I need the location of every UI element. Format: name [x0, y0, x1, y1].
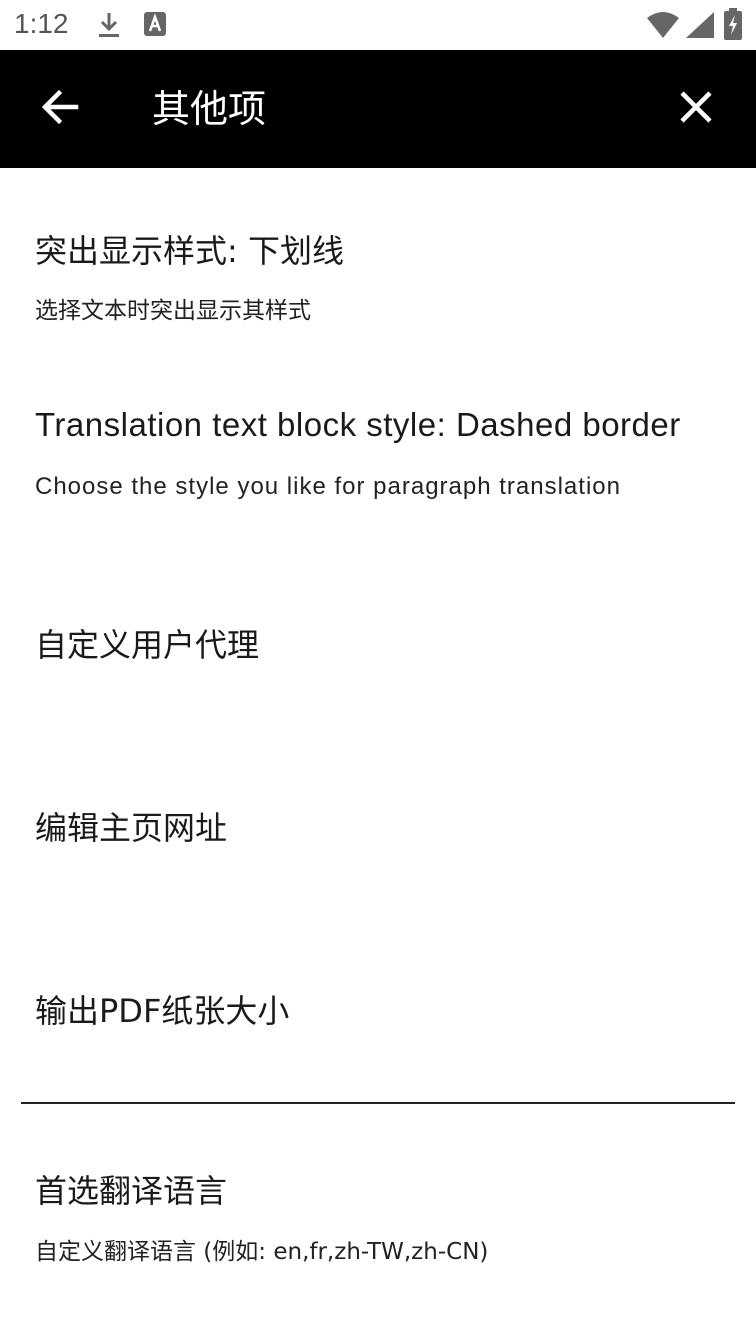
pref-title: 首选翻译语言	[35, 1172, 228, 1210]
pref-preferred-translation-language[interactable]: 首选翻译语言 自定义翻译语言 (例如: en,fr,zh-TW,zh-CN)	[0, 1104, 756, 1304]
wifi-icon	[646, 12, 680, 42]
download-icon	[96, 10, 122, 44]
pref-highlight-style[interactable]: 突出显示样式: 下划线 选择文本时突出显示其样式	[0, 168, 756, 348]
pref-custom-user-agent[interactable]: 自定义用户代理	[0, 550, 756, 730]
status-bar: 1:12	[0, 0, 756, 50]
pref-title: 编辑主页网址	[35, 809, 228, 847]
arrow-left-icon	[40, 87, 80, 131]
pref-summary: 选择文本时突出显示其样式	[35, 298, 311, 324]
status-time: 1:12	[14, 8, 69, 39]
pref-translation-block-style[interactable]: Translation text block style: Dashed bor…	[0, 348, 756, 530]
pref-summary: Choose the style you like for paragraph …	[35, 473, 621, 500]
pref-edit-homepage-url[interactable]: 编辑主页网址	[0, 735, 756, 915]
close-button[interactable]	[666, 79, 726, 139]
pref-summary: 自定义翻译语言 (例如: en,fr,zh-TW,zh-CN)	[35, 1239, 489, 1265]
pref-pdf-paper-size[interactable]: 输出PDF纸张大小	[0, 918, 756, 1098]
signal-icon	[686, 12, 714, 42]
pref-title: 突出显示样式: 下划线	[35, 232, 344, 270]
text-a-icon	[143, 10, 167, 42]
app-bar: 其他项	[0, 50, 756, 168]
pref-title: Translation text block style: Dashed bor…	[35, 406, 681, 443]
battery-charging-icon	[724, 8, 742, 44]
back-button[interactable]	[30, 79, 90, 139]
page-title: 其他项	[152, 87, 267, 131]
close-icon	[679, 90, 713, 128]
pref-title: 输出PDF纸张大小	[35, 992, 290, 1030]
pref-title: 自定义用户代理	[35, 626, 260, 664]
